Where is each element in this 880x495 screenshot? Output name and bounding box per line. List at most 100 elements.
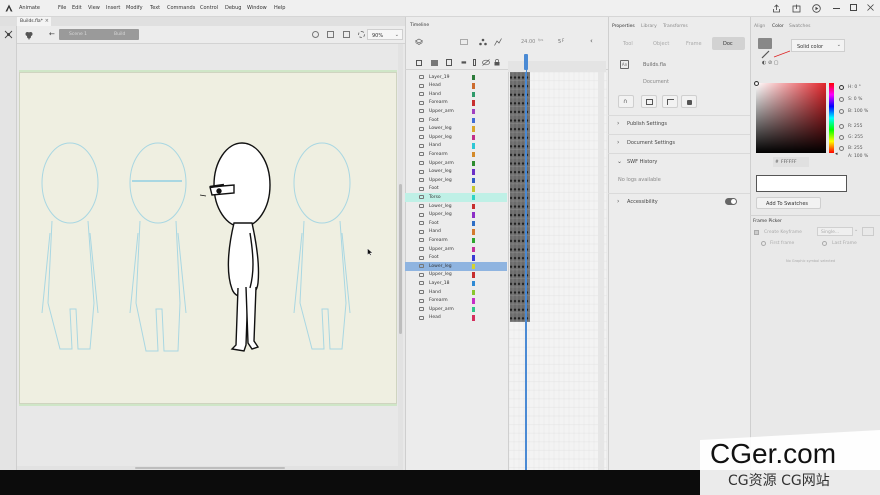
layer-color-swatch[interactable] [472,108,475,115]
layer-color-swatch[interactable] [472,306,475,313]
layer-row[interactable]: Upper_arm [405,107,507,116]
menu-edit[interactable]: Edit [72,5,82,11]
layer-row[interactable]: Hand [405,90,507,99]
edit-symbols-icon[interactable] [312,31,319,38]
saturation-value[interactable]: S: 0 % [848,97,862,102]
stage-vertical-scrollbar[interactable] [398,44,403,470]
layer-row[interactable]: Hand [405,228,507,237]
green-radio[interactable] [839,135,844,140]
layer-color-swatch[interactable] [472,194,475,201]
breadcrumb-scene[interactable]: Scene 1 [69,32,87,37]
layer-color-swatch[interactable] [472,237,475,244]
fps-value[interactable]: 24.00 [521,39,535,45]
menu-commands[interactable]: Commands [167,5,195,11]
section-swf-history[interactable]: ⌄ SWF History [608,153,750,170]
brightness-value[interactable]: B: 100 % [848,109,868,114]
layer-color-swatch[interactable] [472,100,475,106]
layer-row[interactable]: Layer_19 [405,73,507,82]
first-frame-radio[interactable] [761,241,766,246]
layer-color-swatch[interactable] [472,83,475,89]
stage-vertical-scroll-thumb[interactable] [399,184,402,334]
tab-properties[interactable]: Properties [612,24,635,29]
outline-toggle-icon[interactable] [473,59,476,66]
layer-row[interactable]: Upper_arm [405,159,507,168]
new-layer-icon[interactable] [416,60,422,66]
lock-toggle-icon[interactable] [494,59,500,66]
layer-color-swatch[interactable] [472,280,475,287]
layer-color-swatch[interactable] [472,289,475,295]
menu-control[interactable]: Control [200,5,218,11]
share-icon[interactable] [772,4,781,13]
tab-close-icon[interactable]: × [45,18,49,24]
stroke-color-icon[interactable] [761,50,770,59]
hue-value[interactable]: H: 0 ° [848,85,861,90]
green-value[interactable]: G: 255 [848,135,863,140]
hue-slider[interactable] [829,83,834,153]
test-movie-icon[interactable] [812,4,821,13]
publish-icon[interactable] [792,4,801,13]
playhead-marker[interactable] [524,54,528,70]
add-to-swatches-button[interactable]: Add To Swatches [756,197,821,209]
layer-row[interactable]: Forearm [405,99,507,108]
stage-canvas[interactable] [19,72,397,404]
layer-color-swatch[interactable] [472,160,475,166]
layer-color-swatch[interactable] [472,91,475,98]
layer-row[interactable]: Forearm [405,236,507,245]
frame-value[interactable]: 5 [558,39,561,45]
layer-row[interactable]: Upper_arm [405,245,507,254]
red-radio[interactable] [839,124,844,129]
fill-type-select[interactable]: Solid color ⌄ [791,39,845,52]
swap-colors-icon[interactable]: ◐ ⊘ ▢ [762,60,778,66]
brightness-radio[interactable] [839,109,844,114]
menu-help[interactable]: Help [274,5,285,11]
menu-debug[interactable]: Debug [225,5,241,11]
tools-settings-icon[interactable] [4,30,13,39]
layer-row[interactable]: Torso [405,193,507,202]
subtab-object[interactable]: Object [653,41,669,47]
layer-color-swatch[interactable] [472,151,475,158]
layer-depth-icon[interactable] [479,38,487,46]
layer-color-swatch[interactable] [472,220,475,227]
last-frame-radio[interactable] [822,241,827,246]
subtab-frame[interactable]: Frame [686,41,702,47]
layer-row[interactable]: Lower_leg [405,168,507,177]
layer-row[interactable]: Head [405,314,507,323]
frames-grid[interactable] [508,72,607,470]
menu-insert[interactable]: Insert [106,5,120,11]
layer-color-swatch[interactable] [472,143,475,149]
hex-input[interactable]: # FFFFFF [773,157,809,167]
layer-row[interactable]: Foot [405,185,507,194]
breadcrumb-symbol[interactable]: Build [114,32,125,37]
layer-color-swatch[interactable] [472,298,475,304]
layer-color-swatch[interactable] [472,203,475,209]
layer-color-swatch[interactable] [472,315,475,321]
layer-row[interactable]: Lower_leg [405,262,507,271]
close-icon[interactable] [866,3,875,12]
blue-value[interactable]: B: 255 [848,146,863,151]
edit-scene-icon[interactable] [327,31,334,38]
fill-color-icon[interactable] [758,38,772,49]
layer-row[interactable]: Forearm [405,297,507,306]
layer-row[interactable]: Upper_leg [405,271,507,280]
layer-row[interactable]: Lower_leg [405,202,507,211]
clip-stage-icon[interactable] [343,31,350,38]
menu-modify[interactable]: Modify [126,5,143,11]
menu-view[interactable]: View [88,5,100,11]
layer-row[interactable]: Upper_leg [405,176,507,185]
doc-action-button-3[interactable] [662,95,678,108]
saturation-radio[interactable] [839,97,844,102]
section-publish-settings[interactable]: › Publish Settings [608,115,750,132]
center-stage-icon[interactable] [358,31,365,38]
layer-row[interactable]: Upper_leg [405,133,507,142]
alpha-value[interactable]: A: 100 % [848,154,868,159]
timeline-vertical-scrollbar[interactable] [598,72,604,470]
layer-row[interactable]: Foot [405,116,507,125]
blue-radio[interactable] [839,146,844,151]
frame-mode-select[interactable]: Single... [817,227,853,236]
layer-color-swatch[interactable] [472,169,475,175]
hue-radio[interactable] [839,85,844,90]
layer-color-swatch[interactable] [472,246,475,252]
layer-row[interactable]: Upper_arm [405,305,507,314]
animate-logo-icon[interactable] [5,4,13,12]
delete-layer-icon[interactable] [446,59,452,66]
